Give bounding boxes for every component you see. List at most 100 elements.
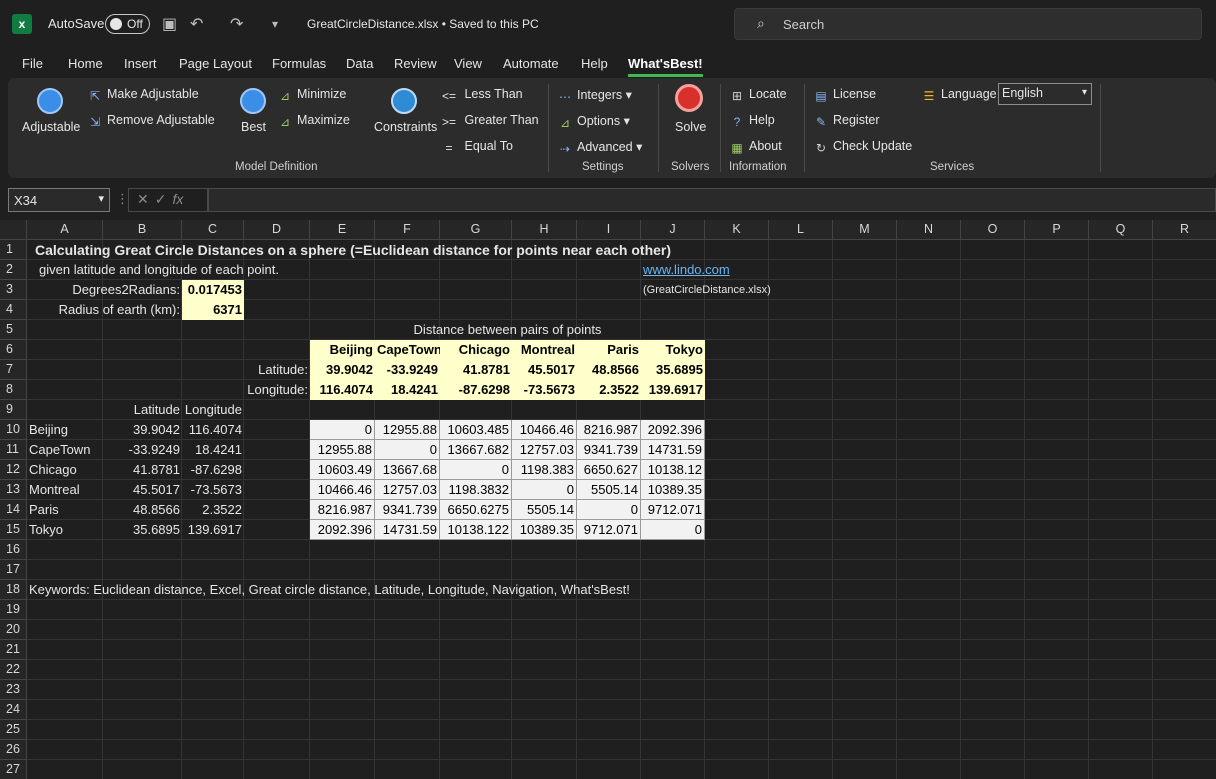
integers-button[interactable]: ⋯ Integers ▾ bbox=[558, 87, 632, 104]
distance-cell[interactable]: 0 bbox=[512, 480, 577, 500]
city-latitude[interactable]: -33.9249 bbox=[103, 440, 182, 460]
distance-cell[interactable]: 2092.396 bbox=[310, 520, 375, 540]
city-name[interactable]: Paris bbox=[27, 500, 61, 520]
distance-cell[interactable]: 0 bbox=[641, 520, 705, 540]
distance-cell[interactable]: 10389.35 bbox=[512, 520, 577, 540]
column-header[interactable]: D bbox=[244, 220, 310, 240]
distance-cell[interactable]: 12955.88 bbox=[375, 420, 440, 440]
city-longitude[interactable]: -87.6298 bbox=[182, 460, 244, 480]
name-box[interactable]: X34 ▾ bbox=[8, 188, 110, 212]
locate-button[interactable]: ⊞ Locate bbox=[730, 87, 787, 103]
tab-view[interactable]: View bbox=[454, 56, 482, 71]
minimize-button[interactable]: ⊿ Minimize bbox=[278, 87, 346, 103]
maximize-button[interactable]: ⊿ Maximize bbox=[278, 113, 350, 129]
row-header[interactable]: 26 bbox=[0, 740, 27, 760]
longitude-value[interactable]: 18.4241 bbox=[375, 380, 440, 400]
fx-icon[interactable]: fx bbox=[172, 191, 183, 207]
save-icon[interactable]: ▣ bbox=[162, 14, 177, 34]
latitude-value[interactable]: 35.6895 bbox=[641, 360, 705, 380]
tab-data[interactable]: Data bbox=[346, 56, 373, 71]
select-all-corner[interactable] bbox=[0, 220, 27, 240]
latitude-col-header[interactable]: Latitude bbox=[103, 400, 182, 420]
column-header[interactable]: K bbox=[705, 220, 769, 240]
longitude-value[interactable]: 2.3522 bbox=[577, 380, 641, 400]
column-header[interactable]: A bbox=[27, 220, 103, 240]
distance-cell[interactable]: 1198.383 bbox=[512, 460, 577, 480]
row-header[interactable]: 7 bbox=[0, 360, 27, 380]
column-header[interactable]: H bbox=[512, 220, 577, 240]
distance-cell[interactable]: 1198.3832 bbox=[440, 480, 512, 500]
enter-icon[interactable]: ✓ bbox=[155, 191, 173, 207]
distance-cell[interactable]: 9712.071 bbox=[577, 520, 641, 540]
register-button[interactable]: ✎ Register bbox=[814, 113, 880, 129]
city-name[interactable]: Beijing bbox=[27, 420, 70, 440]
column-header[interactable]: G bbox=[440, 220, 512, 240]
column-header[interactable]: O bbox=[961, 220, 1025, 240]
distance-cell[interactable]: 0 bbox=[310, 420, 375, 440]
distance-cell[interactable]: 2092.396 bbox=[641, 420, 705, 440]
city-header[interactable]: Tokyo bbox=[641, 340, 705, 360]
column-header[interactable]: F bbox=[375, 220, 440, 240]
latitude-value[interactable]: 45.5017 bbox=[512, 360, 577, 380]
autosave-toggle[interactable]: Off bbox=[105, 14, 150, 34]
longitude-value[interactable]: -73.5673 bbox=[512, 380, 577, 400]
city-longitude[interactable]: -73.5673 bbox=[182, 480, 244, 500]
row-header[interactable]: 1 bbox=[0, 240, 27, 260]
latitude-value[interactable]: 48.8566 bbox=[577, 360, 641, 380]
distance-cell[interactable]: 10466.46 bbox=[310, 480, 375, 500]
customize-toolbar-icon[interactable]: ▾ bbox=[272, 17, 278, 31]
row-header[interactable]: 23 bbox=[0, 680, 27, 700]
distance-cell[interactable]: 12757.03 bbox=[512, 440, 577, 460]
solve-button[interactable]: Solve bbox=[675, 120, 706, 134]
city-header[interactable]: Paris bbox=[577, 340, 641, 360]
about-button[interactable]: ▦ About bbox=[730, 139, 781, 155]
constraints-button[interactable]: Constraints bbox=[374, 120, 437, 134]
undo-icon[interactable]: ↶ bbox=[190, 14, 203, 34]
row-header[interactable]: 20 bbox=[0, 620, 27, 640]
column-header[interactable]: P bbox=[1025, 220, 1089, 240]
longitude-value[interactable]: 116.4074 bbox=[310, 380, 375, 400]
row-header[interactable]: 6 bbox=[0, 340, 27, 360]
longitude-col-header[interactable]: Longitude bbox=[182, 400, 244, 420]
city-latitude[interactable]: 39.9042 bbox=[103, 420, 182, 440]
column-header[interactable]: J bbox=[641, 220, 705, 240]
best-button[interactable]: Best bbox=[241, 120, 266, 134]
distance-cell[interactable]: 10138.12 bbox=[641, 460, 705, 480]
distance-cell[interactable]: 0 bbox=[440, 460, 512, 480]
distance-header[interactable]: Distance between pairs of points bbox=[310, 320, 705, 340]
distance-cell[interactable]: 9341.739 bbox=[577, 440, 641, 460]
row-header[interactable]: 19 bbox=[0, 600, 27, 620]
tab-file[interactable]: File bbox=[22, 56, 43, 71]
city-name[interactable]: Chicago bbox=[27, 460, 79, 480]
deg2rad-label[interactable]: Degrees2Radians: bbox=[27, 280, 182, 300]
column-header[interactable]: Q bbox=[1089, 220, 1153, 240]
column-header[interactable]: E bbox=[310, 220, 375, 240]
city-name[interactable]: Tokyo bbox=[27, 520, 65, 540]
city-longitude[interactable]: 116.4074 bbox=[182, 420, 244, 440]
adjustable-button[interactable]: Adjustable bbox=[22, 120, 80, 134]
distance-cell[interactable]: 6650.627 bbox=[577, 460, 641, 480]
row-header[interactable]: 8 bbox=[0, 380, 27, 400]
longitude-label[interactable]: Longitude: bbox=[182, 380, 310, 400]
tab-review[interactable]: Review bbox=[394, 56, 437, 71]
city-latitude[interactable]: 35.6895 bbox=[103, 520, 182, 540]
tab-automate[interactable]: Automate bbox=[503, 56, 559, 71]
distance-cell[interactable]: 12757.03 bbox=[375, 480, 440, 500]
radius-value[interactable]: 6371 bbox=[182, 300, 244, 320]
tab-formulas[interactable]: Formulas bbox=[272, 56, 326, 71]
row-header[interactable]: 25 bbox=[0, 720, 27, 740]
latitude-value[interactable]: -33.9249 bbox=[375, 360, 440, 380]
tab-whatsbest[interactable]: What'sBest! bbox=[628, 56, 703, 77]
remove-adjustable-button[interactable]: ⇲ Remove Adjustable bbox=[88, 113, 215, 129]
row-header[interactable]: 11 bbox=[0, 440, 27, 460]
row-header[interactable]: 5 bbox=[0, 320, 27, 340]
row-header[interactable]: 17 bbox=[0, 560, 27, 580]
formula-input[interactable] bbox=[208, 188, 1216, 212]
column-header[interactable]: R bbox=[1153, 220, 1216, 240]
column-header[interactable]: N bbox=[897, 220, 961, 240]
distance-cell[interactable]: 10603.485 bbox=[440, 420, 512, 440]
row-header[interactable]: 24 bbox=[0, 700, 27, 720]
redo-icon[interactable]: ↷ bbox=[230, 14, 243, 34]
document-title[interactable]: GreatCircleDistance.xlsx • Saved to this… bbox=[307, 17, 539, 31]
distance-cell[interactable]: 12955.88 bbox=[310, 440, 375, 460]
